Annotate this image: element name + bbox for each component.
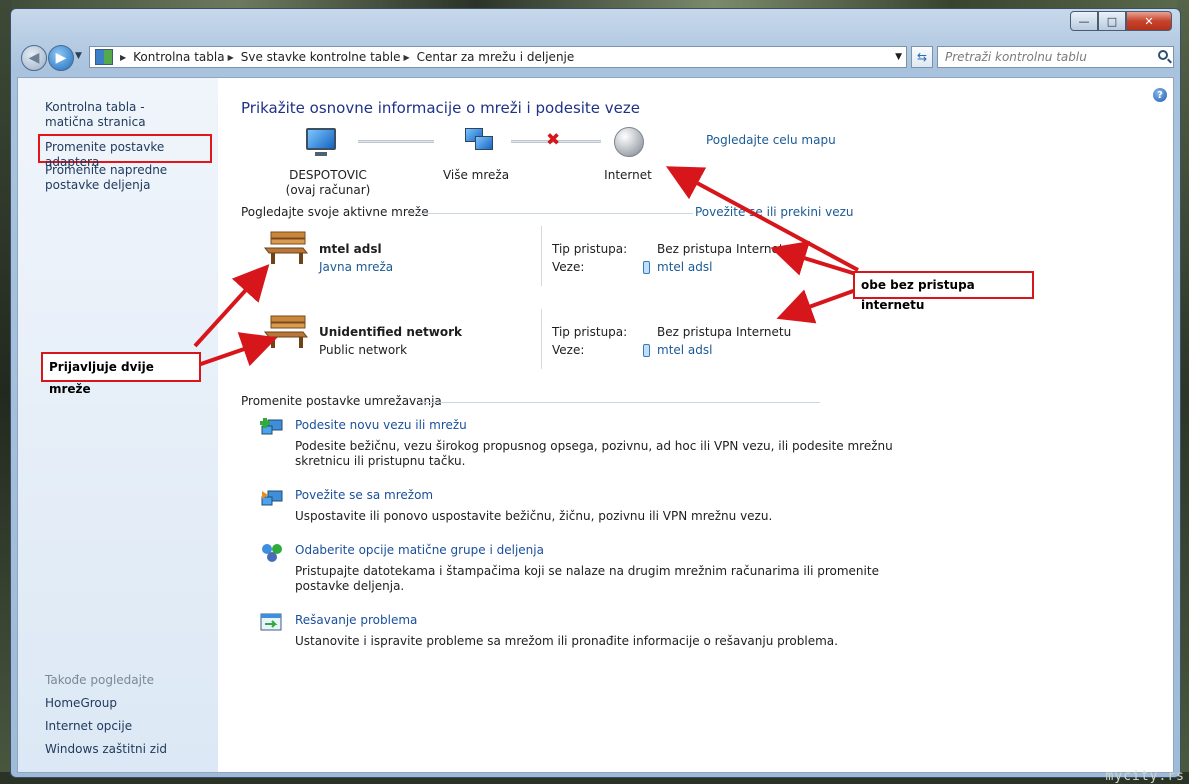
watermark: mycity.rs <box>1105 769 1185 784</box>
caption-buttons: — □ ✕ <box>1070 11 1172 31</box>
minimize-button[interactable]: — <box>1070 11 1098 31</box>
public-network-bench-icon <box>263 315 309 348</box>
internet-globe-icon <box>614 127 644 157</box>
see-also-heading: Takođe pogledajte <box>45 673 155 687</box>
task-description: Uspostavite ili ponovo uspostavite bežič… <box>295 509 773 523</box>
connections-label: Veze: <box>552 260 585 274</box>
divider <box>541 226 542 286</box>
breadcrumb-all-items[interactable]: Sve stavke kontrolne table ▶ <box>241 50 417 64</box>
change-settings-heading: Promenite postavke umrežavanja <box>241 394 442 408</box>
multiple-networks-label: Više mreža <box>442 168 510 182</box>
new-connection-icon <box>260 418 283 435</box>
access-type-label: Tip pristupa: <box>552 325 628 339</box>
connections-label: Veze: <box>552 343 585 357</box>
sidebar: Kontrolna tabla - matična stranica Prome… <box>18 78 218 772</box>
access-type-label: Tip pristupa: <box>552 242 628 256</box>
address-dropdown-icon[interactable]: ▼ <box>895 52 902 62</box>
content-area: Kontrolna tabla - matična stranica Prome… <box>17 77 1174 773</box>
page-title: Prikažite osnovne informacije o mreži i … <box>241 99 641 117</box>
breadcrumb-control-panel[interactable]: Kontrolna tabla ▶ <box>133 50 241 64</box>
connect-network-icon <box>261 490 283 506</box>
network-category-link[interactable]: Javna mreža <box>319 260 393 274</box>
divider <box>541 309 542 369</box>
navigation-bar: ◀ ▶ ▼ ▶ Kontrolna tabla ▶ Sve stavke kont… <box>19 45 1174 71</box>
divider <box>420 402 820 403</box>
annotation-callout-no-internet: obe bez pristupa internetu <box>853 271 1034 312</box>
breadcrumb-network-center[interactable]: Centar za mrežu i deljenje <box>417 50 575 64</box>
divider <box>408 213 693 214</box>
task-description: Ustanovite i ispravite probleme sa mrežo… <box>295 634 838 648</box>
connection-link[interactable]: mtel adsl <box>657 260 712 274</box>
control-panel-icon <box>95 49 113 65</box>
refresh-button[interactable]: ⇆ <box>911 46 933 68</box>
task-connect-network-link[interactable]: Povežite se sa mrežom <box>295 488 433 502</box>
task-troubleshoot-link[interactable]: Rešavanje problema <box>295 613 417 627</box>
ethernet-plug-icon <box>643 261 650 274</box>
sidebar-item-control-panel-home[interactable]: Kontrolna tabla - matična stranica <box>45 100 195 130</box>
public-network-bench-icon <box>263 231 309 264</box>
address-bar[interactable]: ▶ Kontrolna tabla ▶ Sve stavke kontrolne … <box>89 46 907 68</box>
sidebar-item-advanced-sharing[interactable]: Promenite napredne postavke deljenja <box>45 163 215 193</box>
see-full-map-link[interactable]: Pogledajte celu mapu <box>706 133 836 147</box>
task-description: Pristupajte datotekama i štampačima koji… <box>295 564 879 593</box>
access-type-value: Bez pristupa Internetu <box>657 242 792 256</box>
maximize-button[interactable]: □ <box>1098 11 1126 31</box>
homegroup-icon <box>262 544 282 562</box>
search-box[interactable]: Pretraži kontrolnu tablu <box>937 46 1174 68</box>
see-also-internet-options[interactable]: Internet opcije <box>45 719 132 734</box>
breadcrumb-chevron-icon[interactable]: ▶ <box>228 53 234 62</box>
computer-name: DESPOTOVIC <box>289 168 367 182</box>
internet-label: Internet <box>604 168 652 182</box>
network-name: mtel adsl <box>319 242 382 256</box>
back-button[interactable]: ◀ <box>21 45 47 71</box>
search-input[interactable]: Pretraži kontrolnu tablu <box>945 50 1087 64</box>
task-homegroup-sharing-link[interactable]: Odaberite opcije matične grupe i deljenj… <box>295 543 544 557</box>
recent-pages-dropdown[interactable]: ▼ <box>75 51 82 61</box>
ethernet-plug-icon <box>643 344 650 357</box>
search-icon[interactable] <box>1158 50 1168 60</box>
computer-icon <box>306 128 336 156</box>
annotation-callout-two-networks: Prijavljuje dvije mreže <box>41 352 201 396</box>
network-category: Public network <box>319 343 408 357</box>
see-also-firewall[interactable]: Windows zaštitni zid <box>45 742 167 757</box>
control-panel-window: — □ ✕ ◀ ▶ ▼ ▶ Kontrolna tabla ▶ Sve stavk… <box>10 8 1181 778</box>
forward-button[interactable]: ▶ <box>48 45 74 71</box>
help-icon[interactable]: ? <box>1153 88 1167 102</box>
task-setup-connection-link[interactable]: Podesite novu vezu ili mrežu <box>295 418 467 432</box>
connection-line <box>358 140 434 143</box>
breadcrumb-chevron-icon[interactable]: ▶ <box>403 53 409 62</box>
troubleshoot-icon <box>260 613 282 631</box>
computer-subtitle: (ovaj računar) <box>285 183 371 197</box>
active-networks-heading: Pogledajte svoje aktivne mreže <box>241 205 429 219</box>
multiple-networks-icon <box>463 128 493 150</box>
no-connection-x-icon[interactable]: ✖ <box>546 130 560 150</box>
network-name: Unidentified network <box>319 325 462 339</box>
task-description: Podesite bežičnu, vezu širokog propusnog… <box>295 439 893 468</box>
see-also-homegroup[interactable]: HomeGroup <box>45 696 117 711</box>
connection-link[interactable]: mtel adsl <box>657 343 712 357</box>
connect-disconnect-link[interactable]: Povežite se ili prekini vezu <box>695 205 854 219</box>
access-type-value: Bez pristupa Internetu <box>657 325 792 339</box>
close-button[interactable]: ✕ <box>1126 11 1172 31</box>
